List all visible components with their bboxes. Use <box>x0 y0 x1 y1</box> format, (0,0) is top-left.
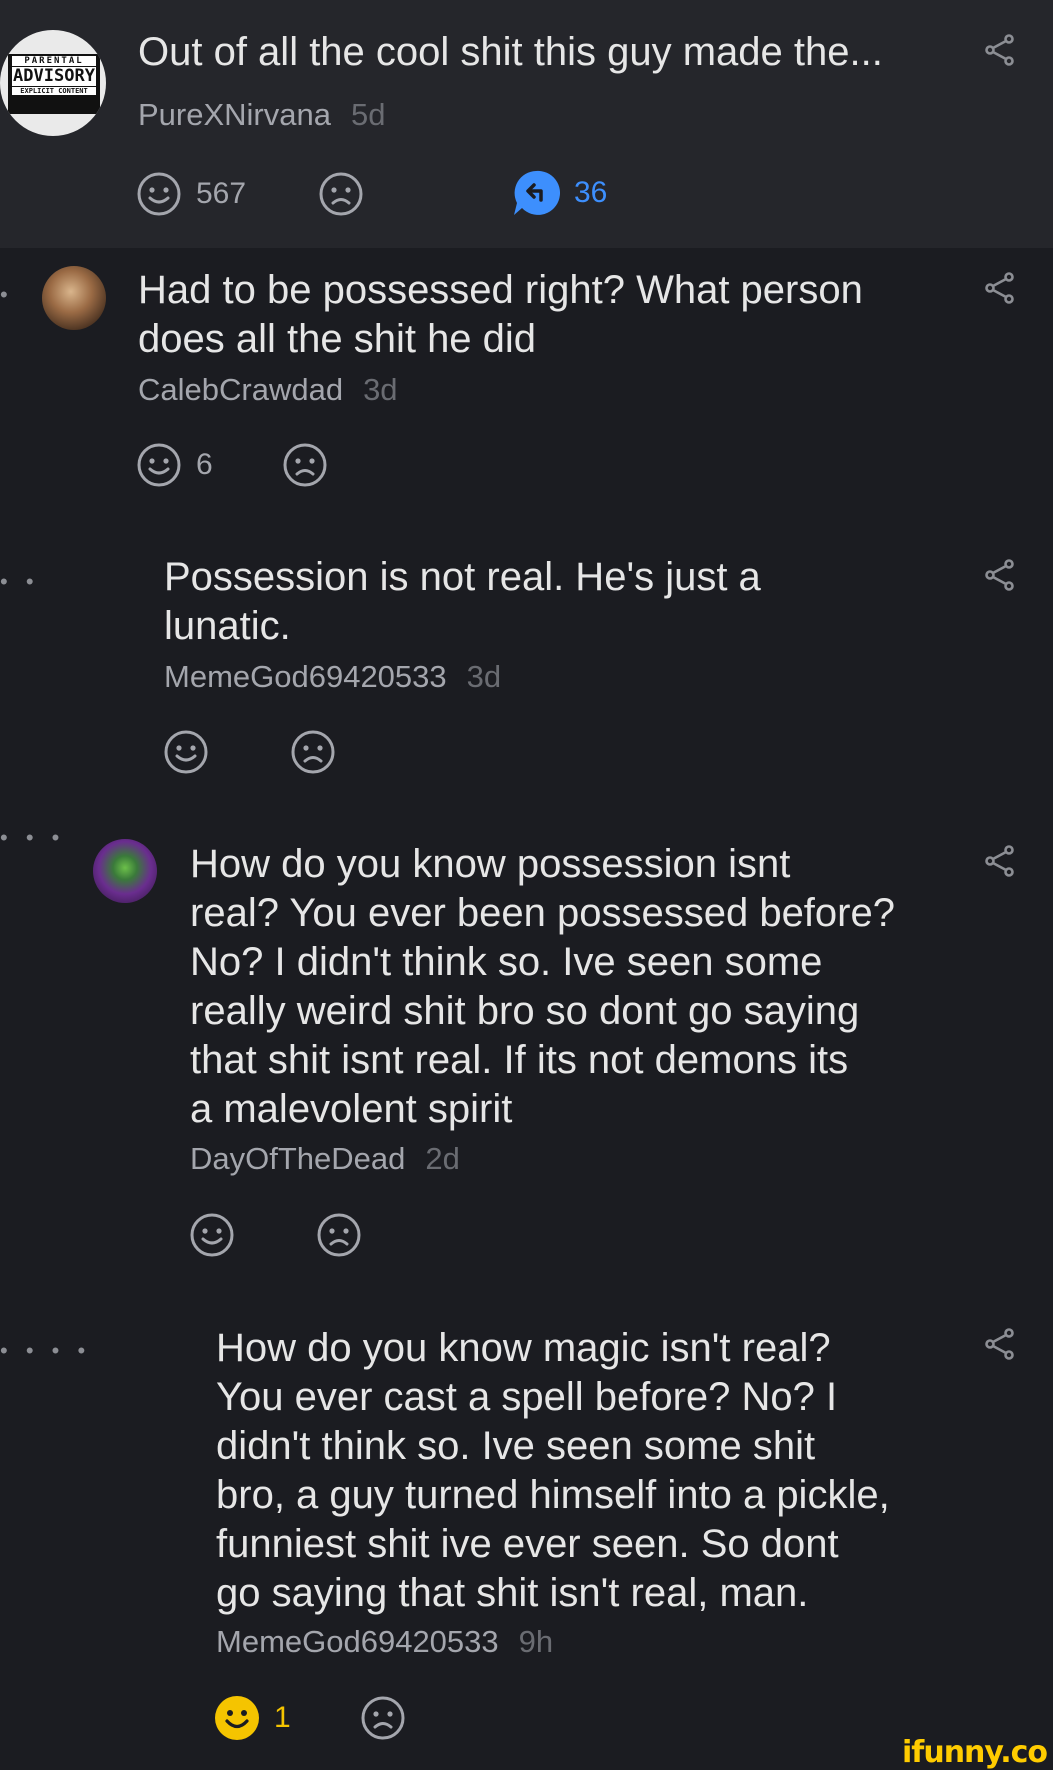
post-title: Out of all the cool shit this guy made t… <box>138 30 883 74</box>
share-icon[interactable] <box>983 558 1017 592</box>
frown-button[interactable] <box>316 1212 362 1258</box>
author-name[interactable]: DayOfTheDead <box>190 1141 405 1176</box>
smile-icon <box>189 1212 235 1258</box>
thread-depth-dots: • <box>0 282 14 307</box>
advisory-line1: PARENTAL <box>12 56 96 66</box>
post-meta: PureXNirvana 5d <box>138 97 385 133</box>
frown-icon <box>316 1212 362 1258</box>
original-post: PARENTAL ADVISORY EXPLICIT CONTENT Out o… <box>0 0 1053 248</box>
comment-age: 2d <box>425 1141 460 1176</box>
thread-depth-dots: • • • <box>0 825 66 850</box>
comment-meta: MemeGod69420533 3d <box>164 659 501 695</box>
reply-button[interactable]: 36 <box>512 169 607 217</box>
reply-icon <box>514 170 560 215</box>
smile-button[interactable]: 567 <box>136 171 246 217</box>
avatar[interactable]: PARENTAL ADVISORY EXPLICIT CONTENT <box>0 30 106 136</box>
advisory-line2: ADVISORY <box>12 66 96 86</box>
thread-depth-dots: • • • • <box>0 1338 92 1363</box>
frown-icon <box>360 1695 406 1741</box>
avatar[interactable] <box>42 266 106 330</box>
frown-button[interactable] <box>282 442 328 488</box>
share-icon[interactable] <box>983 844 1017 878</box>
smile-button[interactable]: 1 <box>214 1695 291 1741</box>
reply-count: 36 <box>574 176 608 209</box>
frown-icon <box>282 442 328 488</box>
author-name[interactable]: PureXNirvana <box>138 97 331 132</box>
smile-icon <box>215 1696 259 1740</box>
author-name[interactable]: MemeGod69420533 <box>164 659 447 694</box>
smile-count: 6 <box>196 448 213 481</box>
share-icon[interactable] <box>983 33 1017 67</box>
comment-meta: DayOfTheDead 2d <box>190 1141 460 1177</box>
comment-age: 9h <box>518 1624 554 1659</box>
smile-count: 567 <box>196 177 247 210</box>
comment-age: 3d <box>466 659 502 694</box>
smile-button[interactable] <box>189 1212 235 1258</box>
avatar[interactable] <box>93 839 157 903</box>
comment-meta: CalebCrawdad 3d <box>138 372 398 408</box>
share-icon[interactable] <box>983 1327 1017 1361</box>
thread-depth-dots: • • <box>0 569 40 594</box>
comment-text: How do you know magic isn't real? You ev… <box>216 1326 890 1615</box>
smile-button[interactable]: 6 <box>136 442 213 488</box>
frown-button[interactable] <box>290 729 336 775</box>
frown-button[interactable] <box>318 171 364 217</box>
frown-button[interactable] <box>360 1695 406 1741</box>
smile-icon <box>136 442 182 488</box>
smile-icon <box>163 729 209 775</box>
comment-text: How do you know possession isnt real? Yo… <box>190 842 895 1131</box>
frown-icon <box>318 171 364 217</box>
author-name[interactable]: MemeGod69420533 <box>216 1624 499 1659</box>
frown-icon <box>290 729 336 775</box>
comment-age: 3d <box>363 372 398 407</box>
author-name[interactable]: CalebCrawdad <box>138 372 343 407</box>
post-age: 5d <box>350 97 386 132</box>
ifunny-watermark: ifunny.co <box>902 1735 1048 1770</box>
comment-meta: MemeGod69420533 9h <box>216 1624 553 1660</box>
advisory-line3: EXPLICIT CONTENT <box>12 87 96 95</box>
smile-icon <box>136 171 182 217</box>
comment-text: Had to be possessed right? What person d… <box>138 268 863 361</box>
comment-text: Possession is not real. He's just a luna… <box>164 555 761 648</box>
smile-count: 1 <box>274 1701 291 1734</box>
smile-button[interactable] <box>163 729 209 775</box>
share-icon[interactable] <box>983 271 1017 305</box>
